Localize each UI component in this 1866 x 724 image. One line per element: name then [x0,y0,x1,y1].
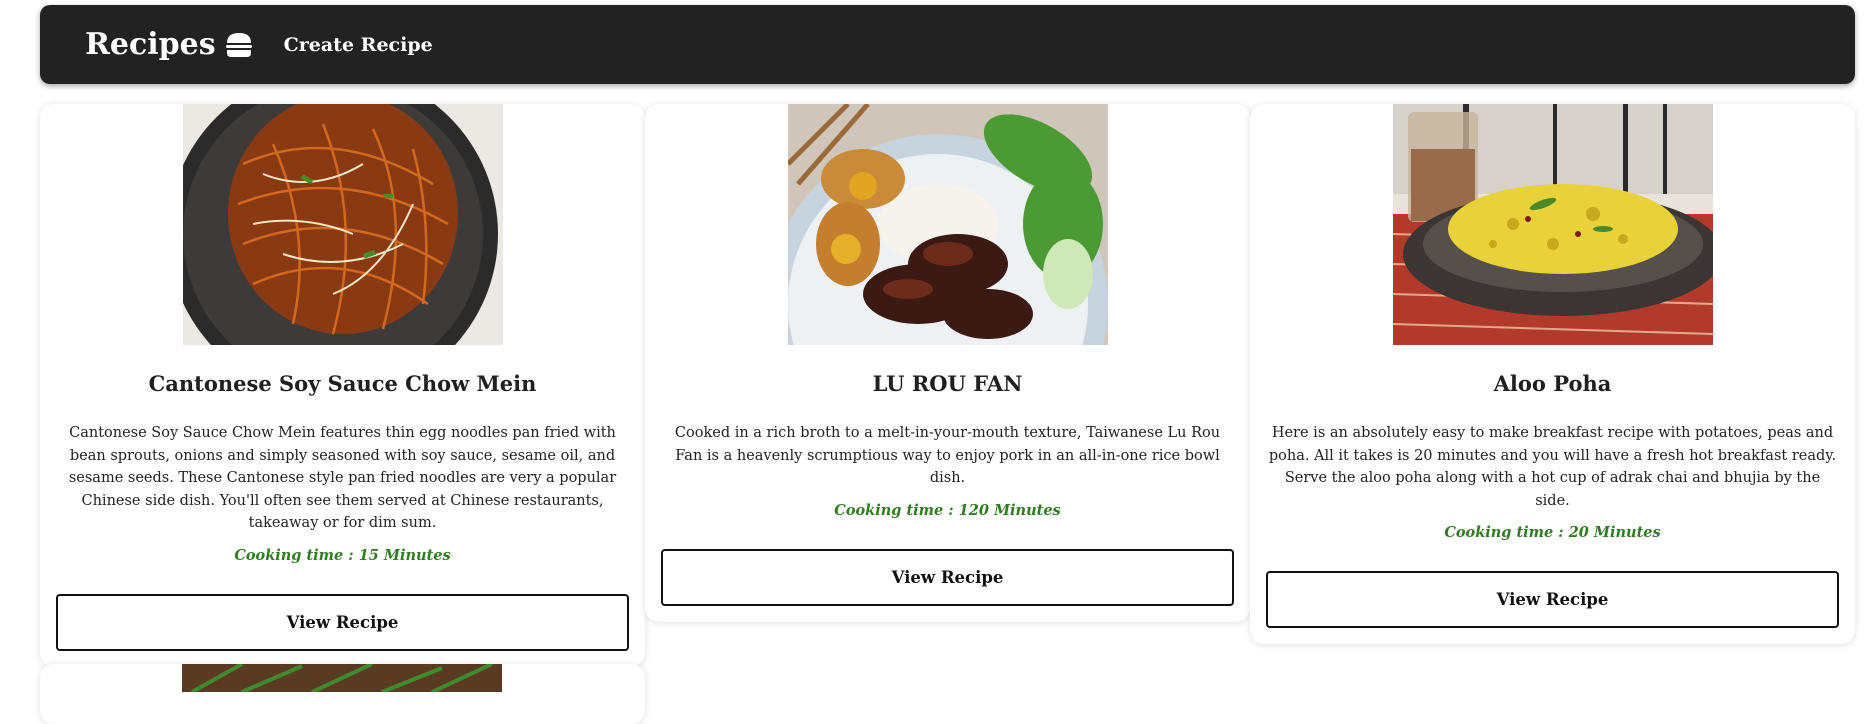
recipe-card: LU ROU FAN Cooked in a rich broth to a m… [645,104,1250,622]
recipe-description: Here is an absolutely easy to make break… [1268,425,1837,509]
recipe-description: Cantonese Soy Sauce Chow Mein features t… [68,425,617,531]
recipe-card: Aloo Poha Here is an absolutely easy to … [1250,104,1855,644]
recipe-title: Cantonese Soy Sauce Chow Mein [148,371,537,396]
recipe-card [40,664,645,724]
recipe-image-partial [182,664,502,692]
navbar: Recipes Create Recipe [40,5,1855,84]
recipe-image-aloo-poha [1392,104,1713,345]
cooking-time: Cooking time : 120 Minutes [834,501,1061,519]
create-recipe-link[interactable]: Create Recipe [284,34,433,56]
recipe-card: Cantonese Soy Sauce Chow Mein Cantonese … [40,104,645,667]
recipe-image-chow-mein [182,104,503,345]
recipe-title: Aloo Poha [1493,371,1612,396]
view-recipe-button[interactable]: View Recipe [56,593,629,651]
recipe-title: LU ROU FAN [872,371,1023,396]
view-recipe-button[interactable]: View Recipe [661,548,1234,606]
brand-title[interactable]: Recipes [85,27,216,62]
burger-icon [225,32,252,57]
recipe-image-lu-rou-fan [787,104,1108,345]
view-recipe-button[interactable]: View Recipe [1266,571,1839,628]
cooking-time: Cooking time : 20 Minutes [1444,524,1661,541]
brand[interactable]: Recipes [85,27,254,62]
recipe-description: Cooked in a rich broth to a melt-in-your… [674,425,1221,486]
cooking-time: Cooking time : 15 Minutes [234,546,451,564]
